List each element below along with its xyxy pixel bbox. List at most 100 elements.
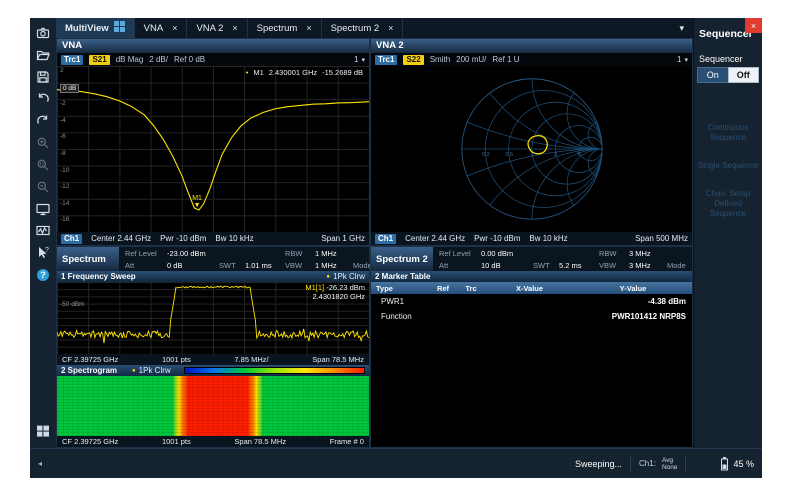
att-value[interactable]: 10 dB [481,261,533,270]
tab-spectrum[interactable]: Spectrum× [248,18,322,38]
spectrogram-colormap-legend [184,367,365,374]
help-icon[interactable]: ? [32,264,54,285]
bandwidth[interactable]: Bw 10 kHz [215,234,253,243]
vna-marker-readout: • M1 2.430001 GHz -15.2689 dB [246,68,363,77]
vna-marker-m1[interactable]: M1 ▼ [189,195,205,209]
frequency-sweep-title[interactable]: 1 Frequency Sweep ●1Pk Clrw [57,271,369,282]
marker-table-title[interactable]: 2 Marker Table [371,271,692,282]
tab-overflow-button[interactable]: ▾ [670,18,693,38]
vna2-trace-settings: Trc1 S22 Smith 200 mU/ Ref 1 U 1▾ [371,53,692,66]
trace-ref[interactable]: Ref 1 U [492,55,519,64]
tab-close-icon[interactable]: × [304,23,311,33]
trace-ref[interactable]: Ref 0 dB [174,55,205,64]
sequencer-on-button[interactable]: On [697,67,728,83]
chevron-down-icon: ▾ [684,56,688,64]
power[interactable]: Pwr -10 dBm [474,234,520,243]
spectrum-channel-header: Spectrum Ref Level -23.00 dBm RBW 1 MHz … [57,247,369,271]
battery-status: 45 % [720,456,754,471]
channel-label[interactable]: Spectrum [57,247,119,271]
sparam-chip[interactable]: S21 [89,55,109,65]
power[interactable]: Pwr -10 dBm [160,234,206,243]
sequencer-off-button[interactable]: Off [728,67,760,83]
vbw-value[interactable]: 1 MHz [315,261,353,270]
spectrum2-window[interactable]: Spectrum 2 Ref Level 0.00 dBm RBW 3 MHz … [370,246,693,448]
context-help-pointer-icon[interactable]: ? [32,242,54,263]
sparam-chip[interactable]: S22 [403,55,423,65]
cell-type: Function [371,312,429,321]
span[interactable]: Span 500 MHz [635,234,688,243]
tab-close-icon[interactable]: × [386,23,393,33]
center-frequency[interactable]: Center 2.44 GHz [91,234,151,243]
att-value[interactable]: 0 dB [167,261,219,270]
marker-table-row[interactable]: Function PWR101412 NRP8S [371,309,692,324]
center-frequency[interactable]: Center 2.44 GHz [405,234,465,243]
chevron-down-icon: ▾ [679,23,684,34]
vna-chart[interactable]: 20 dB-2-4-6-8-10-12-14-16 • M1 2.430001 … [57,66,369,232]
spectrogram-plot[interactable] [57,376,369,436]
tab-close-icon[interactable]: × [170,23,177,33]
cell-y-value: PWR101412 NRP8S [574,312,692,321]
frame-value[interactable]: Frame # 0 [330,437,364,446]
ref-level-value[interactable]: 0.00 dBm [481,249,533,258]
trace-format[interactable]: dB Mag [116,55,144,64]
window-number-select[interactable]: 1▾ [354,55,365,64]
channel-chip[interactable]: Ch1 [375,234,396,244]
vna-y-axis-label: -16 [60,216,69,223]
channel-label[interactable]: Spectrum 2 [371,247,433,271]
zoom-out-icon[interactable] [32,176,54,197]
vna-window[interactable]: VNA Trc1 S21 dB Mag 2 dB/ Ref 0 dB 1▾ 20… [56,38,370,246]
zoom-selection-icon[interactable] [32,154,54,175]
zoom-in-icon[interactable] [32,132,54,153]
vna2-window[interactable]: VNA 2 Trc1 S22 Smith 200 mU/ Ref 1 U 1▾ [370,38,693,246]
trace-chip[interactable]: Trc1 [61,55,83,65]
marker-table-row[interactable]: PWR1 -4.38 dBm [371,294,692,309]
bandwidth[interactable]: Bw 10 kHz [529,234,567,243]
trace-chip[interactable]: Trc1 [375,55,397,65]
vbw-value[interactable]: 3 MHz [629,261,667,270]
spectrogram-footer: CF 2.39725 GHz 1001 pts Span 78.5 MHz Fr… [57,436,369,447]
tab-vna2[interactable]: VNA 2× [187,18,247,38]
swt-value[interactable]: 1.01 ms [245,261,285,270]
span-value[interactable]: Span 78.5 MHz [234,437,286,446]
rbw-value[interactable]: 3 MHz [629,249,667,258]
spectrum2-channel-header: Spectrum 2 Ref Level 0.00 dBm RBW 3 MHz … [371,247,692,271]
close-icon[interactable]: × [745,18,762,33]
spectrum-window[interactable]: Spectrum Ref Level -23.00 dBm RBW 1 MHz … [56,246,370,448]
vna2-window-title[interactable]: VNA 2 [371,39,692,53]
vna-window-title[interactable]: VNA [57,39,369,53]
display-icon[interactable] [32,198,54,219]
tab-vna[interactable]: VNA× [135,18,188,38]
softkey-chan-setup-defined-sequence[interactable]: Chan. Setup Defined Sequence [697,189,759,219]
tab-multiview[interactable]: MultiView [56,18,135,38]
cf-value[interactable]: CF 2.39725 GHz [62,355,118,364]
ref-level-value[interactable]: -23.00 dBm [167,249,219,258]
smith-axis-label: 0.2 [482,152,490,158]
camera-icon[interactable] [32,22,54,43]
rbw-value[interactable]: 1 MHz [315,249,353,258]
windows-start-icon[interactable] [32,420,54,441]
channel-chip[interactable]: Ch1 [61,234,82,244]
trace-color-dot: ● [326,274,330,280]
trace-scale[interactable]: 200 mU/ [456,55,486,64]
tab-close-icon[interactable]: × [230,23,237,33]
undo-icon[interactable] [32,88,54,109]
smith-chart[interactable]: 0.2 0.5 1 2 5 [371,66,692,232]
window-number-select[interactable]: 1▾ [677,55,688,64]
swt-value[interactable]: 5.2 ms [559,261,599,270]
spectrum-chart[interactable]: -50 dBm M1[1] -26.23 dBm 2.4301820 GHz [57,282,369,354]
cf-value[interactable]: CF 2.39725 GHz [62,437,118,446]
span-value[interactable]: Span 78.5 MHz [312,355,364,364]
softkey-single-sequence[interactable]: Single Sequence [697,161,759,171]
span[interactable]: Span 1 GHz [321,234,365,243]
collapse-arrow-icon[interactable]: ◂ [38,459,42,468]
trace-format[interactable]: Smith [430,55,450,64]
open-folder-icon[interactable] [32,44,54,65]
measurement-display-icon[interactable] [32,220,54,241]
tab-spectrum2[interactable]: Spectrum 2× [322,18,404,38]
softkey-continuous-sequence[interactable]: Continuous Sequence [697,123,759,143]
save-icon[interactable] [32,66,54,87]
vna-footer: Ch1 Center 2.44 GHz Pwr -10 dBm Bw 10 kH… [57,232,369,245]
redo-icon[interactable] [32,110,54,131]
spectrogram-title[interactable]: 2 Spectrogram ●1Pk Clrw [57,365,369,376]
trace-scale[interactable]: 2 dB/ [149,55,168,64]
